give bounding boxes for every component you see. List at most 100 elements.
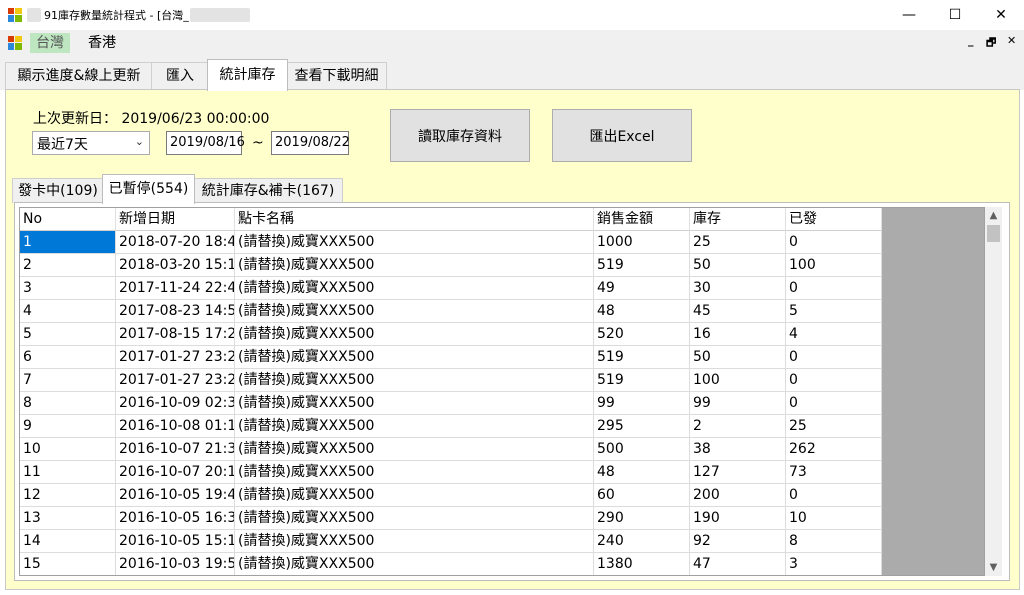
table-cell[interactable]: 1380 (594, 553, 690, 575)
table-cell[interactable]: 92 (690, 530, 786, 553)
table-cell[interactable]: 48 (594, 300, 690, 323)
table-cell[interactable]: 4 (786, 323, 882, 346)
table-cell[interactable]: (請替換)威寶XXX500 (235, 484, 594, 507)
table-cell[interactable]: 25 (690, 231, 786, 254)
table-cell[interactable]: 127 (690, 461, 786, 484)
table-cell[interactable]: 2016-10-03 19:55 (116, 553, 235, 575)
table-cell[interactable]: 2016-10-05 16:35 (116, 507, 235, 530)
table-cell[interactable]: 4 (20, 300, 116, 323)
table-cell[interactable]: 2016-10-05 15:14 (116, 530, 235, 553)
table-cell[interactable]: 0 (786, 346, 882, 369)
maximize-button[interactable]: ☐ (932, 0, 978, 30)
table-cell[interactable]: 1 (20, 231, 116, 254)
table-cell[interactable]: 2018-07-20 18:45 (116, 231, 235, 254)
table-cell[interactable]: (請替換)威寶XXX500 (235, 553, 594, 575)
table-cell[interactable]: 30 (690, 277, 786, 300)
table-cell[interactable]: 2017-01-27 23:29 (116, 346, 235, 369)
table-cell[interactable]: 1000 (594, 231, 690, 254)
table-cell[interactable]: 3 (786, 553, 882, 575)
table-cell[interactable]: 2016-10-05 19:47 (116, 484, 235, 507)
table-cell[interactable]: 2016-10-08 01:14 (116, 415, 235, 438)
table-cell[interactable]: 2 (20, 254, 116, 277)
table-cell[interactable]: 47 (690, 553, 786, 575)
table-cell[interactable]: 38 (690, 438, 786, 461)
table-cell[interactable]: 100 (690, 369, 786, 392)
read-inventory-button[interactable]: 讀取庫存資料 (390, 109, 530, 162)
table-cell[interactable]: 190 (690, 507, 786, 530)
scroll-up-icon[interactable]: ▲ (985, 207, 1002, 224)
scroll-down-icon[interactable]: ▼ (985, 559, 1002, 576)
column-header[interactable]: 新增日期 (116, 208, 235, 231)
column-header[interactable]: 點卡名稱 (235, 208, 594, 231)
table-cell[interactable]: 48 (594, 461, 690, 484)
close-button[interactable]: ✕ (978, 0, 1024, 30)
table-cell[interactable]: 99 (594, 392, 690, 415)
table-cell[interactable]: 520 (594, 323, 690, 346)
table-cell[interactable]: 10 (20, 438, 116, 461)
table-cell[interactable]: 2016-10-07 20:10 (116, 461, 235, 484)
column-header[interactable]: 庫存 (690, 208, 786, 231)
table-cell[interactable]: 2018-03-20 15:15 (116, 254, 235, 277)
table-cell[interactable]: 290 (594, 507, 690, 530)
tab-download-details[interactable]: 查看下載明細 (286, 62, 387, 89)
scroll-thumb[interactable] (987, 225, 1000, 242)
table-cell[interactable]: 0 (786, 484, 882, 507)
table-cell[interactable]: (請替換)威寶XXX500 (235, 461, 594, 484)
table-cell[interactable]: 11 (20, 461, 116, 484)
table-cell[interactable]: 295 (594, 415, 690, 438)
table-cell[interactable]: (請替換)威寶XXX500 (235, 438, 594, 461)
table-cell[interactable]: 5 (786, 300, 882, 323)
table-cell[interactable]: 262 (786, 438, 882, 461)
tab-inventory-stats[interactable]: 統計庫存 (207, 59, 288, 91)
end-date-field[interactable]: 2019/08/22 (271, 131, 350, 155)
table-cell[interactable]: 45 (690, 300, 786, 323)
table-cell[interactable]: 16 (690, 323, 786, 346)
table-cell[interactable]: 519 (594, 369, 690, 392)
mdi-child-icon[interactable] (8, 36, 22, 50)
table-cell[interactable]: 6 (20, 346, 116, 369)
table-cell[interactable]: 60 (594, 484, 690, 507)
table-cell[interactable]: 0 (786, 392, 882, 415)
table-cell[interactable]: 50 (690, 346, 786, 369)
menu-item-hongkong[interactable]: 香港 (82, 33, 122, 53)
date-range-select[interactable]: 最近7天 ⌄ (32, 131, 150, 155)
table-cell[interactable]: (請替換)威寶XXX500 (235, 277, 594, 300)
table-cell[interactable]: 2017-08-15 17:25 (116, 323, 235, 346)
table-cell[interactable]: 2017-11-24 22:49 (116, 277, 235, 300)
tab-progress-update[interactable]: 顯示進度&線上更新 (5, 62, 153, 89)
table-cell[interactable]: 240 (594, 530, 690, 553)
table-cell[interactable]: (請替換)威寶XXX500 (235, 392, 594, 415)
table-cell[interactable]: 25 (786, 415, 882, 438)
table-cell[interactable]: (請替換)威寶XXX500 (235, 346, 594, 369)
table-cell[interactable]: 10 (786, 507, 882, 530)
table-cell[interactable]: 9 (20, 415, 116, 438)
table-cell[interactable]: 519 (594, 254, 690, 277)
table-cell[interactable]: 50 (690, 254, 786, 277)
table-cell[interactable]: (請替換)威寶XXX500 (235, 369, 594, 392)
table-cell[interactable]: (請替換)威寶XXX500 (235, 231, 594, 254)
table-cell[interactable]: (請替換)威寶XXX500 (235, 507, 594, 530)
table-cell[interactable]: 519 (594, 346, 690, 369)
table-cell[interactable]: 500 (594, 438, 690, 461)
table-cell[interactable]: 49 (594, 277, 690, 300)
export-excel-button[interactable]: 匯出Excel (552, 109, 692, 162)
minimize-button[interactable]: — (886, 0, 932, 30)
table-cell[interactable]: (請替換)威寶XXX500 (235, 323, 594, 346)
app-icon[interactable] (8, 8, 22, 22)
table-cell[interactable]: 5 (20, 323, 116, 346)
table-cell[interactable]: 2 (690, 415, 786, 438)
table-cell[interactable]: 7 (20, 369, 116, 392)
table-cell[interactable]: 0 (786, 369, 882, 392)
subtab-inventory-restock[interactable]: 統計庫存&補卡(167) (193, 178, 343, 203)
table-cell[interactable]: 8 (786, 530, 882, 553)
column-header[interactable]: 已發 (786, 208, 882, 231)
table-cell[interactable]: (請替換)威寶XXX500 (235, 530, 594, 553)
table-cell[interactable]: 200 (690, 484, 786, 507)
table-cell[interactable]: 2016-10-09 02:30 (116, 392, 235, 415)
table-cell[interactable]: 99 (690, 392, 786, 415)
mdi-close-button[interactable]: ✕ (1007, 34, 1016, 47)
table-cell[interactable]: 14 (20, 530, 116, 553)
table-cell[interactable]: 100 (786, 254, 882, 277)
column-header[interactable]: No (20, 208, 116, 231)
table-cell[interactable]: 15 (20, 553, 116, 575)
